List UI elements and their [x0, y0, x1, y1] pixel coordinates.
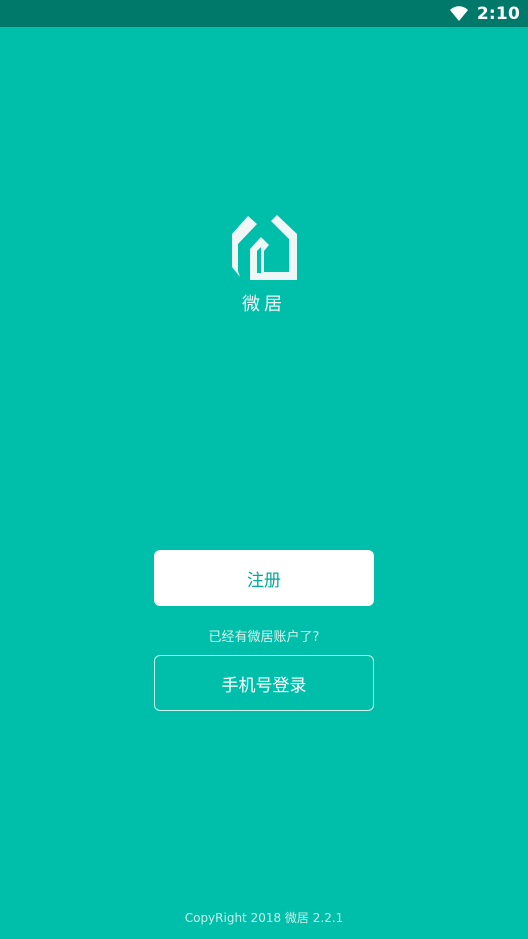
has-account-prompt: 已经有微居账户了?	[208, 630, 320, 645]
status-bar: 2:10	[0, 0, 528, 27]
copyright-text: CopyRight 2018 微居 2.2.1	[184, 911, 344, 925]
app-name: 微居	[242, 294, 286, 315]
phone-login-button[interactable]: 手机号登录	[154, 655, 374, 711]
app-screen: 2:10 微居 注册 已经有微居账户了? 手机号登录 CopyRight 201…	[0, 0, 528, 939]
house-logo-icon	[232, 215, 297, 280]
status-time: 2:10	[476, 3, 520, 24]
status-right: 2:10	[449, 0, 520, 27]
register-button[interactable]: 注册	[154, 550, 374, 606]
wifi-icon	[449, 5, 468, 21]
